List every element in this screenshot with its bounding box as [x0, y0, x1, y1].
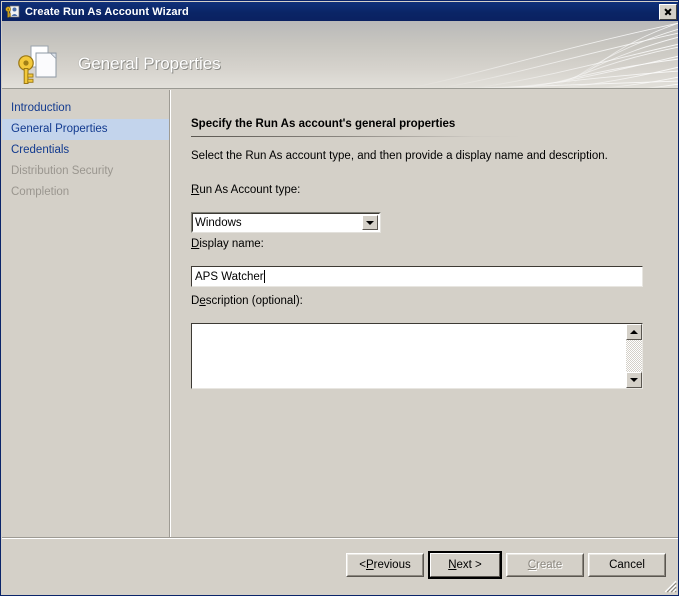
cancel-button[interactable]: Cancel — [588, 553, 666, 577]
text-caret — [263, 270, 265, 283]
display-name-input[interactable]: APS Watcher — [191, 266, 643, 287]
create-button: Create — [506, 553, 584, 577]
cancel-button-label: Cancel — [609, 559, 645, 571]
sidebar-item-introduction[interactable]: Introduction — [2, 98, 170, 119]
title-bar: Create Run As Account Wizard — [2, 2, 678, 21]
display-name-label-rest: isplay name: — [199, 238, 264, 250]
description-scrollbar[interactable] — [626, 324, 642, 388]
wizard-button-bar: < Previous Next > Create Cancel — [2, 539, 678, 595]
window-title: Create Run As Account Wizard — [25, 5, 189, 18]
account-type-value: Windows — [195, 216, 242, 229]
display-name-value: APS Watcher — [195, 270, 264, 283]
wizard-step-list: Introduction General Properties Credenti… — [2, 90, 171, 537]
wizard-content-panel: Specify the Run As account's general pro… — [172, 90, 678, 537]
chevron-down-icon[interactable] — [362, 215, 378, 230]
globe-mesh-decoration — [408, 22, 678, 88]
account-type-label: Run As Account type: — [191, 184, 300, 196]
run-as-account-icon — [5, 4, 21, 20]
create-button-label: reate — [536, 559, 563, 571]
sidebar-item-distribution-security: Distribution Security — [11, 165, 114, 177]
previous-button-accesskey: P — [365, 559, 374, 571]
next-button[interactable]: Next > — [428, 551, 502, 579]
next-button-accesskey: N — [448, 559, 457, 571]
resize-grip-icon[interactable] — [663, 579, 677, 593]
close-icon[interactable] — [659, 3, 677, 20]
display-name-label: Display name: — [191, 238, 264, 250]
wizard-banner: General Properties — [2, 21, 678, 89]
key-document-icon — [15, 43, 61, 87]
heading-separator — [191, 136, 524, 137]
banner-heading: General Properties — [78, 54, 221, 73]
create-button-accesskey: C — [527, 559, 537, 571]
previous-button-label: revious — [373, 559, 411, 571]
page-title: Specify the Run As account's general pro… — [191, 118, 456, 130]
wizard-window: Create Run As Account Wizard General Pro… — [0, 0, 679, 596]
previous-button[interactable]: < Previous — [346, 553, 424, 577]
sidebar-item-completion: Completion — [11, 186, 70, 198]
previous-button-pre: < — [359, 559, 366, 571]
triangle-down-icon[interactable] — [626, 372, 642, 388]
account-type-label-rest: un As Account type: — [199, 184, 301, 196]
sidebar-item-general-properties[interactable]: General Properties — [2, 119, 170, 140]
description-textarea[interactable] — [191, 323, 643, 389]
page-description: Select the Run As account type, and then… — [191, 150, 608, 162]
description-label: Description (optional): — [191, 295, 303, 307]
scrollbar-track[interactable] — [626, 340, 642, 372]
triangle-up-icon[interactable] — [626, 324, 642, 340]
sidebar-item-credentials[interactable]: Credentials — [2, 140, 170, 161]
next-button-label: ext > — [456, 559, 482, 571]
account-type-select[interactable]: Windows — [191, 212, 381, 233]
description-label-rest: scription (optional): — [205, 295, 303, 307]
